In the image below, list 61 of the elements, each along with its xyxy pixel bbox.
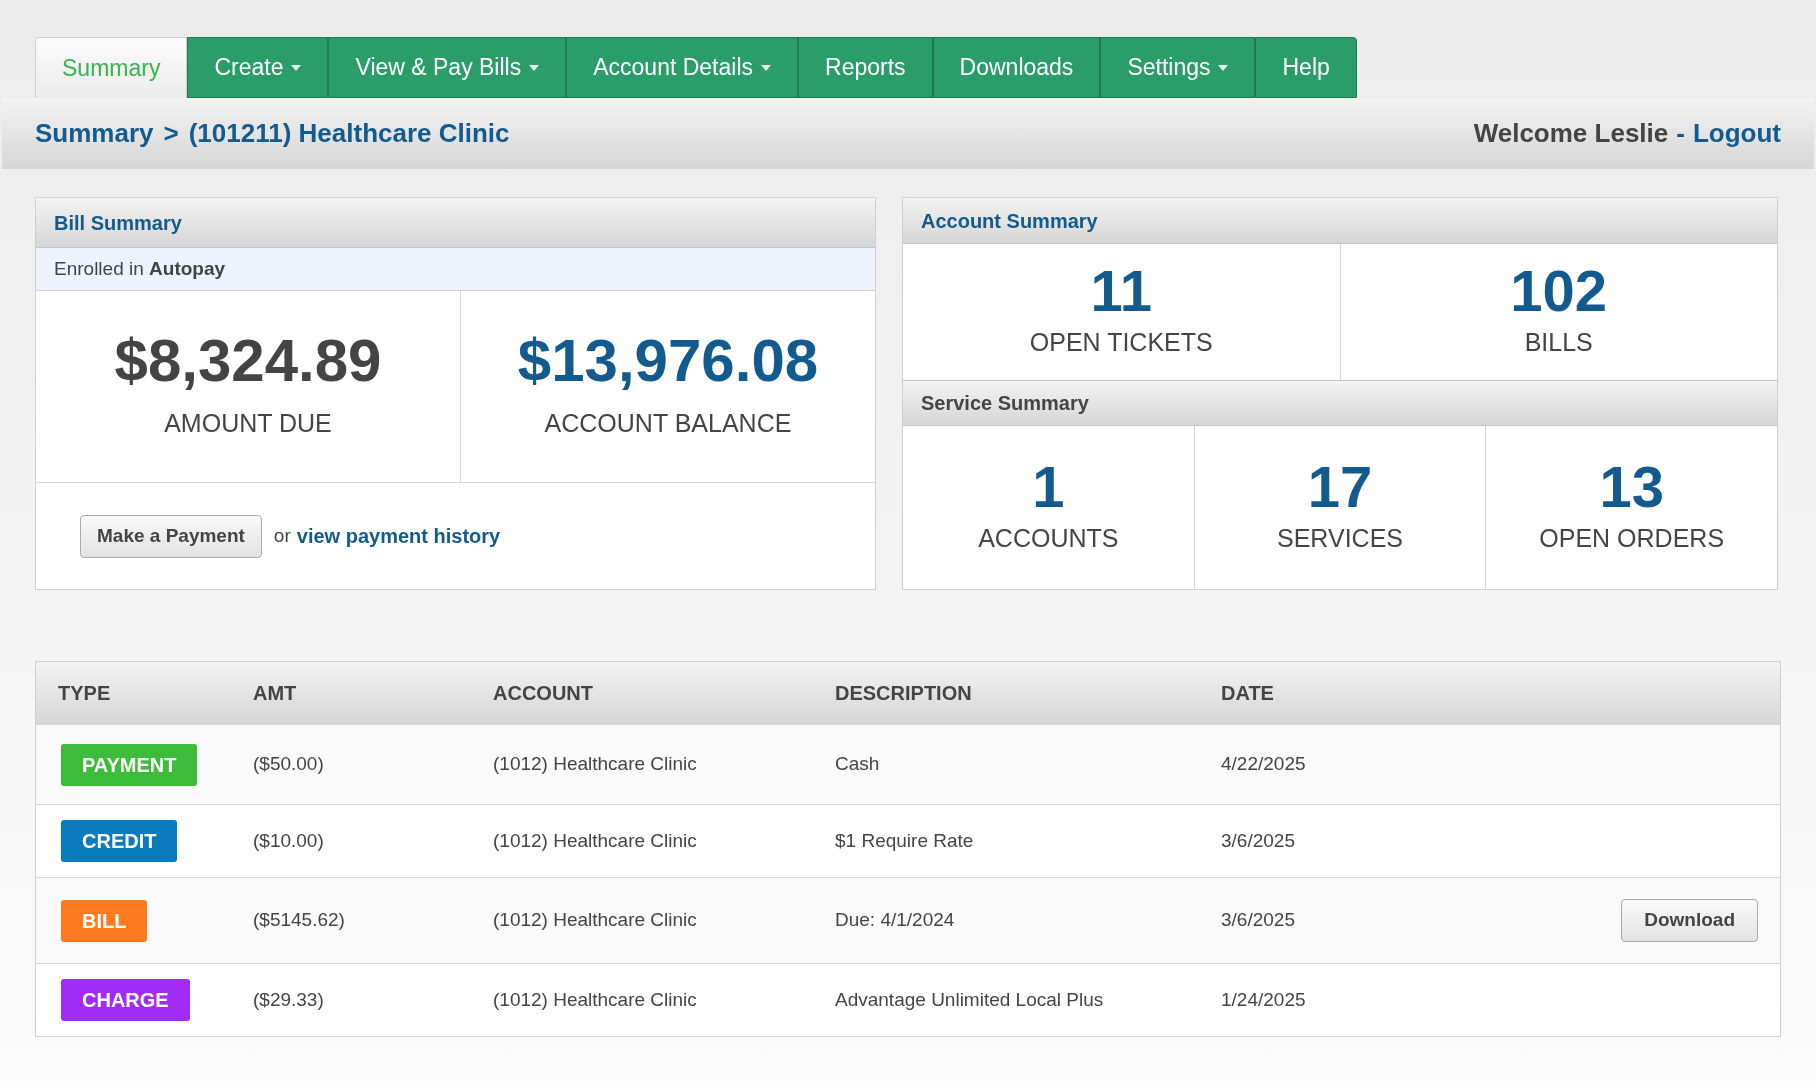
- nav-tab[interactable]: Downloads: [932, 37, 1101, 98]
- date-cell: 1/24/2025: [1221, 988, 1306, 1010]
- nav-tab[interactable]: View & Pay Bills: [328, 37, 567, 98]
- description-cell: Due: 4/1/2024: [835, 909, 955, 931]
- column-header: DESCRIPTION: [835, 682, 972, 704]
- column-header: AMT: [253, 682, 297, 704]
- panel-title: Bill Summary: [54, 210, 182, 236]
- or-text: or: [273, 523, 291, 548]
- make-payment-button[interactable]: Make a Payment: [80, 514, 262, 558]
- breadcrumb-link[interactable]: Summary: [35, 114, 154, 153]
- type-badge: BILL: [61, 899, 148, 942]
- account-cell: (1012) Healthcare Clinic: [493, 988, 697, 1010]
- amount-cell: ($5145.62): [253, 909, 345, 931]
- logout-link[interactable]: Logout: [1692, 114, 1781, 153]
- stat-value: 13: [1599, 457, 1664, 516]
- stat-value: 17: [1307, 457, 1373, 516]
- nav-tab[interactable]: Reports: [798, 37, 933, 98]
- column-header: DATE: [1221, 682, 1274, 704]
- nav-tab[interactable]: Account Details: [566, 37, 799, 98]
- column-header: ACCOUNT: [493, 682, 593, 704]
- nav-tab[interactable]: Help: [1255, 37, 1357, 98]
- amount-value: $8,324.89: [114, 330, 382, 391]
- stat-label: SERVICES: [1277, 522, 1403, 554]
- amount-label: ACCOUNT BALANCE: [544, 407, 792, 439]
- amount-cell: ($10.00): [253, 829, 324, 851]
- description-cell: Cash: [835, 753, 880, 775]
- stat-value: 102: [1510, 262, 1608, 321]
- type-badge: CREDIT: [61, 820, 178, 862]
- welcome-text: Welcome Leslie: [1473, 117, 1669, 150]
- payment-history-link[interactable]: view payment history: [296, 521, 501, 551]
- stat-label: OPEN TICKETS: [1029, 327, 1213, 359]
- panel-title: Account Summary: [921, 208, 1098, 234]
- amount-label: AMOUNT DUE: [164, 407, 332, 439]
- description-cell: Advantage Unlimited Local Plus: [835, 988, 1104, 1010]
- account-cell: (1012) Healthcare Clinic: [493, 829, 697, 851]
- welcome-separator: -: [1676, 117, 1685, 150]
- date-cell: 3/6/2025: [1221, 909, 1295, 931]
- account-cell: (1012) Healthcare Clinic: [493, 753, 697, 775]
- type-badge: CHARGE: [61, 979, 190, 1021]
- breadcrumb-current: (101211) Healthcare Clinic: [188, 117, 510, 150]
- autopay-status: Enrolled in Autopay: [54, 256, 226, 281]
- nav-tab[interactable]: Settings: [1100, 37, 1256, 98]
- description-cell: $1 Require Rate: [835, 829, 974, 851]
- nav-tab[interactable]: Create: [187, 37, 329, 98]
- stat-label: ACCOUNTS: [978, 522, 1119, 554]
- nav-tab[interactable]: Summary: [35, 37, 188, 98]
- breadcrumb-separator: >: [163, 117, 179, 150]
- download-button[interactable]: Download: [1621, 899, 1758, 942]
- stat-label: OPEN ORDERS: [1539, 522, 1725, 554]
- panel-title: Service Summary: [921, 391, 1089, 416]
- type-badge: PAYMENT: [61, 743, 198, 786]
- stat-value: 11: [1090, 262, 1152, 321]
- amount-value: $13,976.08: [517, 330, 819, 391]
- account-cell: (1012) Healthcare Clinic: [493, 909, 697, 931]
- stat-label: BILLS: [1524, 327, 1593, 359]
- date-cell: 3/6/2025: [1221, 829, 1295, 851]
- stat-value: 1: [1032, 457, 1065, 516]
- date-cell: 4/22/2025: [1221, 753, 1306, 775]
- amount-cell: ($29.33): [253, 988, 324, 1010]
- amount-cell: ($50.00): [253, 753, 324, 775]
- column-header: TYPE: [58, 682, 111, 704]
